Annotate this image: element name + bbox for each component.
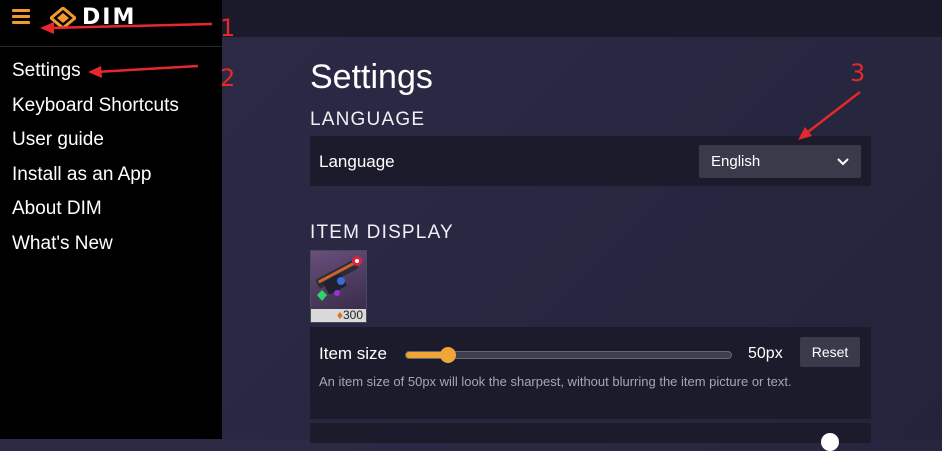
- annotation-2: 2: [220, 64, 236, 92]
- annotation-1: 1: [220, 14, 236, 42]
- annotation-arrows: [40, 22, 861, 140]
- annotation-3: 3: [850, 59, 866, 87]
